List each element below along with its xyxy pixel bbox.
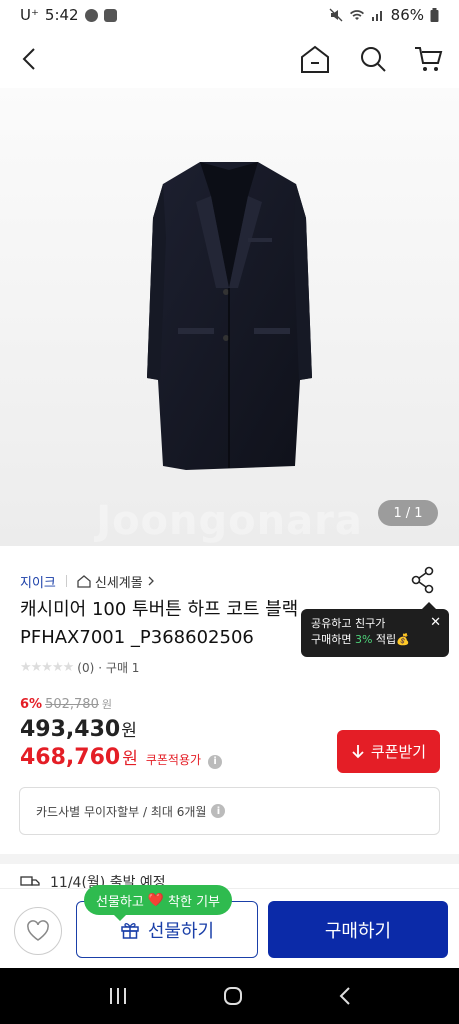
battery-icon — [430, 8, 439, 22]
download-arrow-icon — [352, 744, 364, 758]
system-nav-bar — [0, 968, 459, 1024]
status-right: 86% — [329, 6, 439, 24]
chevron-right-icon — [148, 576, 154, 586]
store-link[interactable]: 신세계몰 — [77, 572, 155, 591]
coupon-price-unit: 원 — [122, 749, 138, 769]
recent-apps-icon[interactable] — [108, 987, 128, 1005]
brand-row: 지이크 신세계몰 — [20, 566, 439, 594]
cart-button[interactable] — [411, 42, 445, 76]
rating-stars: ★★★★★ — [20, 660, 74, 675]
status-left: U⁺ 5:42 — [20, 6, 117, 24]
gift-button-label: 선물하기 — [147, 920, 215, 941]
clock: 5:42 — [44, 6, 79, 24]
coupon-price: 468,760 — [20, 745, 121, 770]
gift-badge-heart-icon: ❤️ — [147, 892, 165, 908]
installment-info-icon[interactable]: i — [211, 804, 226, 818]
gift-donation-badge: 선물하고 ❤️ 착한 기부 — [84, 885, 232, 921]
gift-badge-prefix: 선물하고 — [95, 894, 144, 910]
tooltip-line1: 공유하고 친구가 — [311, 617, 386, 630]
home-button[interactable] — [298, 42, 332, 76]
share-icon — [411, 566, 434, 594]
purchase-count: · 구매 1 — [98, 661, 140, 675]
status-bar: U⁺ 5:42 86% — [0, 0, 459, 30]
store-home-icon — [77, 574, 91, 588]
tooltip-line2-suffix: 적립💰 — [372, 633, 410, 646]
back-arrow-icon — [22, 48, 35, 70]
brand-divider — [65, 575, 67, 587]
image-counter-current: 1 — [393, 505, 402, 521]
top-nav — [0, 36, 459, 82]
rating-row[interactable]: ★★★★★ (0) · 구매 1 — [20, 659, 139, 676]
signal-icon — [371, 11, 382, 21]
buy-button[interactable]: 구매하기 — [268, 901, 448, 958]
home-icon — [301, 45, 329, 73]
discount-row: 6% 502,780 원 — [20, 696, 112, 712]
sale-price: 493,430 — [20, 717, 121, 742]
sale-price-unit: 원 — [121, 721, 137, 741]
discount-rate: 6% — [20, 697, 43, 712]
battery-percent: 86% — [390, 6, 424, 24]
tooltip-line2-prefix: 구매하면 — [311, 633, 355, 646]
sale-price-row: 493,430 원 — [20, 716, 137, 742]
tooltip-reward-rate: 3% — [354, 633, 373, 646]
gift-icon — [121, 922, 139, 939]
image-counter-total: 1 — [414, 505, 423, 521]
get-coupon-button[interactable]: 쿠폰받기 — [337, 730, 440, 773]
wifi-icon — [349, 10, 364, 20]
installment-info-text: 카드사별 무이자할부 / 최대 6개월 — [36, 804, 207, 819]
image-counter-separator: / — [405, 505, 411, 521]
brand-link[interactable]: 지이크 — [20, 572, 56, 591]
coat-illustration — [147, 162, 312, 470]
share-button[interactable] — [407, 564, 439, 596]
original-price-unit: 원 — [101, 698, 112, 711]
store-name: 신세계몰 — [94, 575, 143, 591]
cart-icon — [415, 47, 443, 71]
original-price: 502,780 — [45, 697, 99, 712]
carrier-label: U⁺ — [20, 6, 39, 24]
tooltip-line2: 구매하면 3% 적립💰 — [311, 632, 439, 648]
section-divider — [0, 854, 459, 864]
heart-icon — [27, 920, 49, 941]
talk-notification-icon — [84, 8, 98, 22]
search-icon — [361, 47, 386, 72]
back-nav-icon[interactable] — [338, 986, 352, 1006]
coupon-applied-label: 쿠폰적용가 — [145, 753, 202, 767]
mute-icon — [329, 8, 343, 22]
product-image[interactable] — [0, 88, 459, 546]
review-count: (0) — [77, 660, 95, 675]
get-coupon-label: 쿠폰받기 — [370, 744, 427, 761]
installment-info-box[interactable]: 카드사별 무이자할부 / 최대 6개월 i — [19, 787, 440, 835]
message-notification-icon — [103, 8, 117, 22]
buy-button-label: 구매하기 — [324, 920, 392, 941]
search-button[interactable] — [356, 42, 390, 76]
wishlist-button[interactable] — [14, 907, 62, 955]
coupon-info-icon[interactable]: i — [208, 754, 223, 769]
share-reward-tooltip: 공유하고 친구가 구매하면 3% 적립💰 ✕ — [301, 602, 449, 657]
tooltip-close-button[interactable]: ✕ — [430, 615, 441, 631]
coupon-price-row: 468,760 원 쿠폰적용가 i — [20, 744, 223, 770]
gift-badge-suffix: 착한 기부 — [168, 894, 220, 910]
home-nav-icon[interactable] — [223, 986, 243, 1006]
image-counter: 1 / 1 — [378, 500, 438, 526]
back-button[interactable] — [12, 42, 46, 76]
